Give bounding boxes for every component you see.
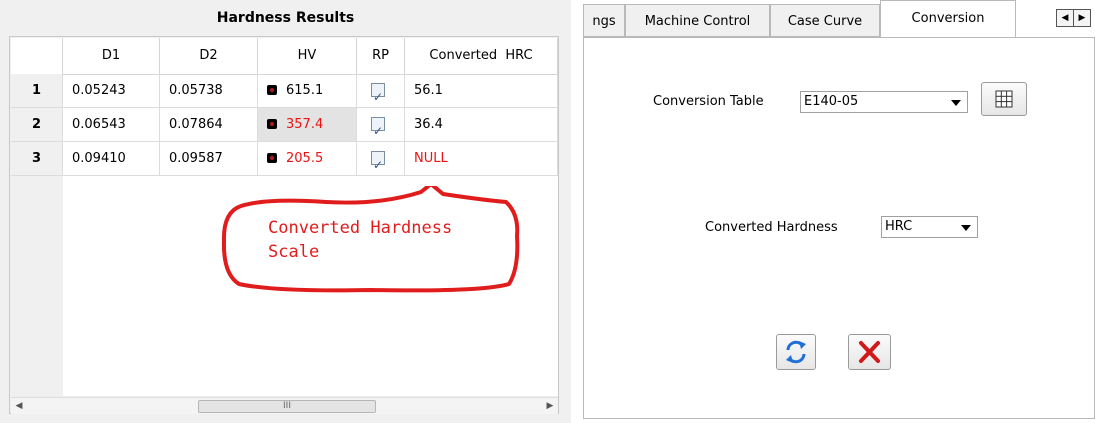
tab-scroll-right-icon[interactable]: ▶: [1073, 9, 1091, 27]
rp-checkbox[interactable]: [371, 115, 385, 148]
scroll-right-arrow-icon[interactable]: ▶: [542, 398, 558, 414]
d1-value: 0.05243: [72, 83, 126, 98]
cell-d1[interactable]: 0.06543: [63, 108, 160, 141]
hardness-results-panel: Hardness Results D1 D2 HV RP Converted H…: [0, 0, 571, 423]
rp-checkbox[interactable]: [371, 149, 385, 182]
d2-value: 0.09587: [169, 151, 223, 166]
panel-title: Hardness Results: [216, 10, 355, 26]
cell-rp[interactable]: [357, 108, 405, 148]
cell-converted-hrc[interactable]: NULL: [405, 142, 558, 175]
cell-hv[interactable]: 357.4: [258, 108, 357, 141]
hrc-value: NULL: [414, 151, 448, 166]
d2-value: 0.07864: [169, 117, 223, 132]
hv-value: 615.1: [286, 83, 324, 98]
conversion-page: Conversion Table E140-05 Converted Hardn…: [583, 37, 1095, 419]
cell-d1[interactable]: 0.09410: [63, 142, 160, 175]
point-marker-icon: [267, 118, 277, 129]
cancel-button[interactable]: [848, 334, 891, 370]
hrc-value: 56.1: [414, 83, 443, 98]
cell-converted-hrc[interactable]: 36.4: [405, 108, 558, 141]
table-row[interactable]: 2 0.06543 0.07864 357.4 36.4: [11, 108, 558, 148]
scroll-left-arrow-icon[interactable]: ◀: [11, 398, 27, 414]
row-number[interactable]: 3: [11, 142, 63, 175]
table-row[interactable]: 3 0.09410 0.09587 205.5 NULL: [11, 142, 558, 182]
conversion-table-label: Conversion Table: [653, 94, 764, 109]
converted-hardness-value: HRC: [885, 219, 913, 234]
d2-value: 0.05738: [169, 83, 223, 98]
column-header-d1[interactable]: D1: [63, 38, 160, 74]
hv-value: 357.4: [286, 117, 324, 132]
cell-rp[interactable]: [357, 142, 405, 182]
chevron-down-icon: [961, 225, 971, 231]
corner-cell: [11, 38, 63, 74]
cell-d2[interactable]: 0.09587: [160, 142, 258, 175]
column-header-rp[interactable]: RP: [357, 38, 405, 74]
rp-checkbox[interactable]: [371, 81, 385, 114]
cell-d1[interactable]: 0.05243: [63, 74, 160, 107]
scrollbar-thumb[interactable]: III: [198, 400, 376, 413]
conversion-table-value: E140-05: [804, 94, 859, 109]
row-number[interactable]: 1: [11, 74, 63, 107]
cell-hv[interactable]: 205.5: [258, 142, 357, 175]
scrollbar-grip: III: [283, 401, 291, 411]
cell-hv[interactable]: 615.1: [258, 74, 357, 107]
hrc-value: 36.4: [414, 117, 443, 132]
tab-settings-truncated[interactable]: ngs: [583, 4, 625, 37]
column-header-d2[interactable]: D2: [160, 38, 258, 74]
conversion-table-dropdown[interactable]: E140-05: [800, 91, 968, 113]
tab-machine-control[interactable]: Machine Control: [625, 4, 770, 37]
converted-hardness-dropdown[interactable]: HRC: [881, 216, 978, 238]
row-number[interactable]: 2: [11, 108, 63, 141]
point-marker-icon: [267, 152, 277, 163]
table-rows: 1 0.05243 0.05738 615.1 56.1 2 0.06543 0.07864 3…: [11, 74, 558, 182]
tab-scroll-left-icon[interactable]: ◀: [1056, 9, 1074, 27]
callout-text: Converted Hardness Scale: [268, 216, 452, 264]
converted-hardness-label: Converted Hardness: [705, 220, 838, 235]
cell-rp[interactable]: [357, 74, 405, 114]
horizontal-scrollbar[interactable]: ◀ III ▶: [11, 397, 558, 414]
table-grid-button[interactable]: [981, 82, 1027, 116]
callout-line-2: Scale: [268, 242, 320, 262]
refresh-icon: [786, 340, 806, 364]
d1-value: 0.09410: [72, 151, 126, 166]
tab-case-curve[interactable]: Case Curve: [770, 4, 880, 37]
point-marker-icon: [267, 84, 277, 95]
tab-bar: ngs Machine Control Case Curve Conversio…: [579, 0, 1095, 39]
cell-d2[interactable]: 0.07864: [160, 108, 258, 141]
close-icon: [859, 341, 880, 363]
chevron-down-icon: [951, 100, 961, 106]
hv-value: 205.5: [286, 151, 324, 166]
grid-icon: [995, 90, 1013, 108]
tab-conversion[interactable]: Conversion: [880, 0, 1016, 39]
table-header: D1 D2 HV RP Converted HRC: [11, 38, 558, 75]
tab-scroll-buttons: ◀ ▶: [1056, 9, 1094, 27]
cell-d2[interactable]: 0.05738: [160, 74, 258, 107]
d1-value: 0.06543: [72, 117, 126, 132]
settings-panel: ngs Machine Control Case Curve Conversio…: [579, 0, 1095, 423]
column-header-hv[interactable]: HV: [258, 38, 357, 74]
cell-converted-hrc[interactable]: 56.1: [405, 74, 558, 107]
column-header-converted-hrc[interactable]: Converted HRC: [405, 38, 558, 74]
refresh-button[interactable]: [776, 334, 816, 370]
table-row[interactable]: 1 0.05243 0.05738 615.1 56.1: [11, 74, 558, 114]
callout-line-1: Converted Hardness: [268, 218, 453, 238]
